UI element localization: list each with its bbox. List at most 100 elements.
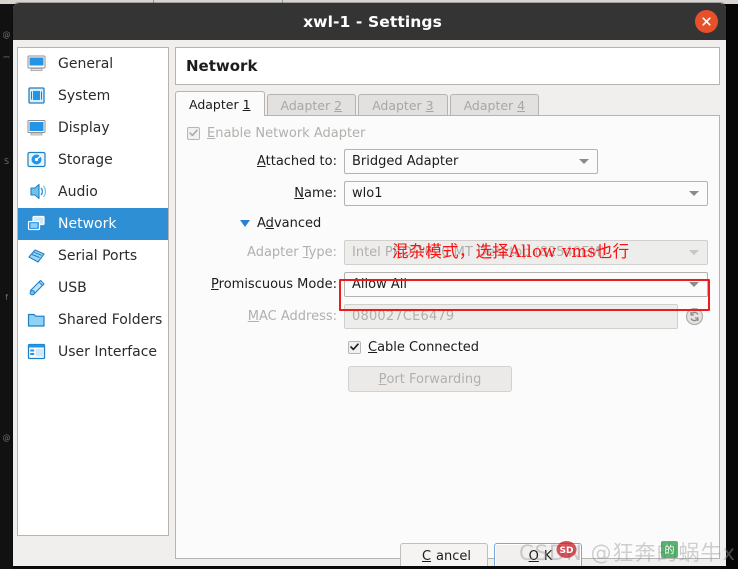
label-post: AC Address: bbox=[258, 308, 337, 324]
harddisk-icon bbox=[26, 150, 48, 170]
label-post: ancel bbox=[436, 549, 472, 564]
label-mnemonic: P bbox=[211, 276, 219, 292]
page-title: Network bbox=[186, 57, 258, 75]
sidebar-item-usb[interactable]: USB bbox=[18, 272, 168, 304]
chevron-down-icon bbox=[689, 250, 699, 255]
adapter-tab-strip: Adapter 1 Adapter 2 Adapter 3 Adapter 4 bbox=[175, 91, 720, 116]
refresh-mac-icon[interactable] bbox=[685, 307, 704, 326]
label-post: ttached to: bbox=[265, 153, 337, 169]
label-post: romiscuous Mode: bbox=[218, 276, 337, 292]
attached-to-value: Bridged Adapter bbox=[352, 153, 459, 169]
promiscuous-mode-row: Promiscuous Mode: Allow All bbox=[176, 271, 719, 297]
advanced-label: Advanced bbox=[257, 216, 321, 231]
serial-port-icon bbox=[26, 246, 48, 266]
network-icon bbox=[26, 214, 48, 234]
tab-label: Adapter bbox=[280, 98, 335, 113]
sidebar-item-serial-ports[interactable]: Serial Ports bbox=[18, 240, 168, 272]
check-icon bbox=[189, 129, 198, 137]
desktop-left-strip: @ ⎓ S f @ bbox=[0, 0, 13, 569]
label-mnemonic: O bbox=[528, 549, 539, 564]
settings-window: xwl-1 - Settings General System Display … bbox=[13, 3, 726, 566]
usb-icon bbox=[26, 278, 48, 298]
adapter-1-panel: Enable Network Adapter Attached to: Brid… bbox=[175, 115, 720, 559]
sidebar-item-network[interactable]: Network bbox=[18, 208, 168, 240]
sidebar-item-label: User Interface bbox=[58, 344, 158, 360]
tab-adapter-3[interactable]: Adapter 3 bbox=[358, 94, 448, 116]
tab-mnemonic: 4 bbox=[517, 98, 526, 113]
label-post: ype: bbox=[308, 244, 337, 260]
sidebar-item-label: System bbox=[58, 88, 111, 104]
mac-address-label: MAC Address: bbox=[176, 309, 344, 324]
sidebar-item-label: Storage bbox=[58, 152, 113, 168]
tab-adapter-2[interactable]: Adapter 2 bbox=[266, 94, 357, 116]
sidebar-item-label: Audio bbox=[58, 184, 98, 200]
settings-sidebar: General System Display Storage Audio Net… bbox=[17, 47, 169, 536]
label-post: ort Forwarding bbox=[386, 371, 482, 387]
advanced-disclosure[interactable]: Advanced bbox=[176, 212, 719, 234]
page-header: Network bbox=[175, 47, 720, 85]
sidebar-item-general[interactable]: General bbox=[18, 48, 168, 80]
chevron-down-icon bbox=[579, 159, 589, 164]
promiscuous-mode-combobox[interactable]: Allow All bbox=[344, 271, 708, 297]
enable-network-adapter-checkbox[interactable] bbox=[187, 126, 200, 140]
tab-label: Adapter bbox=[189, 97, 243, 112]
name-value: wlo1 bbox=[352, 185, 383, 201]
close-button[interactable] bbox=[695, 10, 718, 33]
cable-connected-row[interactable]: Cable Connected bbox=[176, 336, 719, 358]
desktop-glyph: S bbox=[3, 157, 10, 166]
tab-adapter-4[interactable]: Adapter 4 bbox=[449, 94, 540, 116]
speaker-icon bbox=[26, 182, 48, 202]
sidebar-item-label: Shared Folders bbox=[58, 312, 163, 328]
sidebar-item-label: Serial Ports bbox=[58, 248, 138, 264]
adapter-type-label: Adapter Type: bbox=[176, 245, 344, 260]
sidebar-item-shared-folders[interactable]: Shared Folders bbox=[18, 304, 168, 336]
name-label: Name: bbox=[176, 186, 344, 201]
chip-icon bbox=[26, 86, 48, 106]
label-pre: Adapter bbox=[247, 244, 303, 260]
triangle-down-icon bbox=[240, 219, 250, 227]
tab-label: Adapter bbox=[372, 98, 426, 113]
label-post: able Connected bbox=[377, 339, 480, 355]
sidebar-item-user-interface[interactable]: User Interface bbox=[18, 336, 168, 368]
folder-icon bbox=[26, 310, 48, 330]
close-icon bbox=[702, 17, 711, 26]
port-forwarding-button: Port Forwarding bbox=[348, 366, 512, 392]
ok-button[interactable]: OK bbox=[494, 543, 582, 566]
tab-mnemonic: 3 bbox=[425, 98, 434, 113]
desktop-glyph: @ bbox=[2, 433, 11, 442]
sidebar-item-display[interactable]: Display bbox=[18, 112, 168, 144]
attached-to-combobox[interactable]: Bridged Adapter bbox=[344, 148, 598, 174]
tab-adapter-1[interactable]: Adapter 1 bbox=[175, 91, 265, 116]
sidebar-item-storage[interactable]: Storage bbox=[18, 144, 168, 176]
chevron-down-icon bbox=[689, 282, 699, 287]
attached-to-row: Attached to: Bridged Adapter bbox=[176, 148, 719, 174]
label-post: nable Network Adapter bbox=[215, 125, 366, 141]
cancel-button[interactable]: Cancel bbox=[400, 543, 488, 566]
chevron-down-icon bbox=[689, 191, 699, 196]
enable-network-adapter-row[interactable]: Enable Network Adapter bbox=[176, 122, 719, 144]
label-post: ame: bbox=[303, 185, 337, 201]
sidebar-item-label: USB bbox=[58, 280, 87, 296]
title-bar[interactable]: xwl-1 - Settings bbox=[13, 3, 726, 40]
label-post: K bbox=[543, 549, 553, 564]
cable-connected-label: Cable Connected bbox=[368, 340, 479, 355]
sidebar-item-label: Network bbox=[58, 216, 117, 232]
promiscuous-mode-value: Allow All bbox=[352, 276, 407, 292]
window-title: xwl-1 - Settings bbox=[303, 12, 442, 31]
mac-address-value: 080027CE6479 bbox=[352, 308, 455, 324]
label-mnemonic: E bbox=[207, 125, 216, 141]
desktop-glyph: ⎓ bbox=[3, 52, 10, 61]
label-post: vanced bbox=[273, 215, 322, 231]
desktop-right-strip bbox=[726, 0, 738, 569]
desktop-glyph: f bbox=[5, 293, 8, 302]
window-body: General System Display Storage Audio Net… bbox=[13, 40, 726, 566]
cable-connected-checkbox[interactable] bbox=[348, 340, 361, 354]
monitor-icon bbox=[26, 54, 48, 74]
sidebar-item-audio[interactable]: Audio bbox=[18, 176, 168, 208]
sidebar-item-label: Display bbox=[58, 120, 110, 136]
name-combobox[interactable]: wlo1 bbox=[344, 180, 708, 206]
attached-to-label: Attached to: bbox=[176, 154, 344, 169]
label-mnemonic: M bbox=[247, 308, 259, 324]
dialog-footer: Cancel OK bbox=[13, 538, 726, 566]
sidebar-item-system[interactable]: System bbox=[18, 80, 168, 112]
